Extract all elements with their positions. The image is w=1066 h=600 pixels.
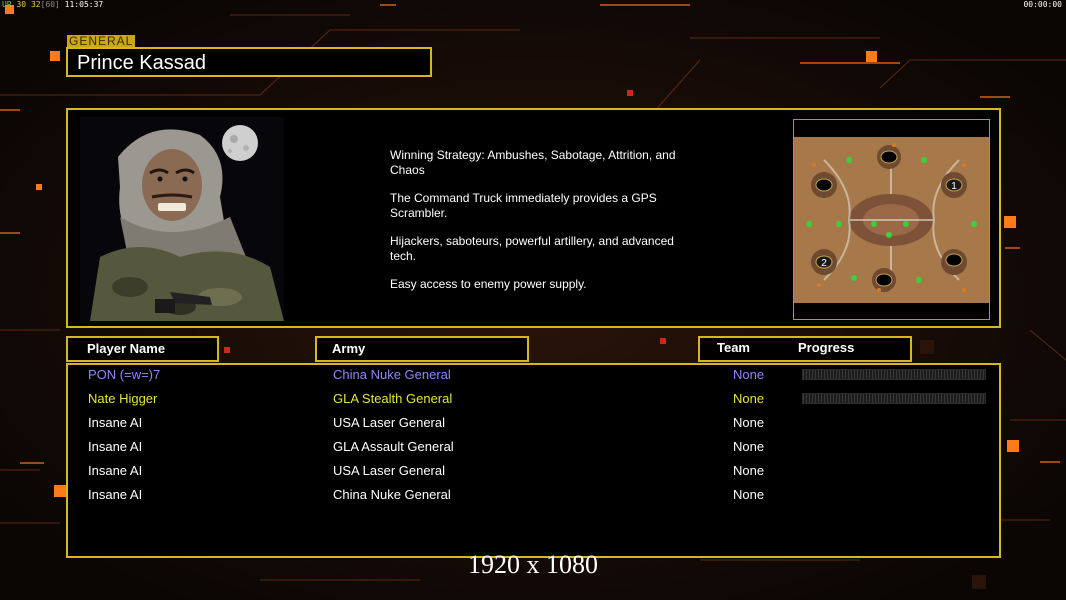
player-row[interactable]: Insane AI GLA Assault General None xyxy=(68,437,1003,461)
fps-limit: 32 xyxy=(30,0,41,9)
player-name: Insane AI xyxy=(88,439,143,454)
description-line: Easy access to enemy power supply. xyxy=(390,277,587,291)
player-list: PON (=w=)7 China Nuke General None Nate … xyxy=(66,363,1001,558)
resolution-label: 1920 x 1080 xyxy=(468,550,598,579)
description-line: Hijackers, saboteurs, powerful artillery… xyxy=(390,234,674,263)
player-army: China Nuke General xyxy=(333,367,451,382)
progress-header: Progress xyxy=(798,340,855,355)
general-name: Prince Kassad xyxy=(66,47,432,77)
clock: 11:05:37 xyxy=(64,0,104,9)
hud-prefix: UR xyxy=(2,0,12,9)
player-name: PON (=w=)7 xyxy=(88,367,161,382)
player-team: None xyxy=(733,391,765,406)
player-army: GLA Stealth General xyxy=(333,391,453,406)
fps-value: 30 xyxy=(16,0,27,9)
player-team: None xyxy=(733,415,765,430)
description-line: The Command Truck immediately provides a… xyxy=(390,191,657,220)
fps-target: [60] xyxy=(40,0,60,9)
player-row[interactable]: Insane AI China Nuke General None xyxy=(68,485,1003,509)
general-portrait xyxy=(80,117,284,321)
player-name: Insane AI xyxy=(88,463,143,478)
player-row[interactable]: Insane AI USA Laser General None xyxy=(68,413,1003,437)
player-name: Insane AI xyxy=(88,415,143,430)
player-army: China Nuke General xyxy=(333,487,451,502)
team-header: Team xyxy=(717,340,750,355)
strategy-description: Winning Strategy: Ambushes, Sabotage, At… xyxy=(390,148,700,306)
player-name: Insane AI xyxy=(88,487,143,502)
start-position-2: 2 xyxy=(821,258,827,269)
progress-bar xyxy=(802,369,986,380)
player-team: None xyxy=(733,439,765,454)
player-army: USA Laser General xyxy=(333,415,446,430)
player-team: None xyxy=(733,367,765,382)
team-progress-header: Team Progress xyxy=(698,336,912,362)
minimap-image: 1 2 xyxy=(794,120,989,319)
start-position-1: 1 xyxy=(951,181,957,192)
player-name-header: Player Name xyxy=(66,336,219,362)
army-header: Army xyxy=(315,336,529,362)
player-team: None xyxy=(733,463,765,478)
player-name: Nate Higger xyxy=(88,391,158,406)
progress-bar xyxy=(802,393,986,404)
map-preview: 1 2 xyxy=(793,119,990,320)
player-army: USA Laser General xyxy=(333,463,446,478)
player-army: GLA Assault General xyxy=(333,439,454,454)
game-timer: 00:00:00 xyxy=(1023,0,1062,9)
player-row[interactable]: Nate Higger GLA Stealth General None xyxy=(68,389,1003,413)
player-team: None xyxy=(733,487,765,502)
player-row[interactable]: Insane AI USA Laser General None xyxy=(68,461,1003,485)
description-line: Winning Strategy: Ambushes, Sabotage, At… xyxy=(390,148,676,177)
player-row[interactable]: PON (=w=)7 China Nuke General None xyxy=(68,365,1003,389)
portrait-image xyxy=(80,117,284,321)
fps-counter: UR 30 32[60] 11:05:37 xyxy=(2,0,103,9)
